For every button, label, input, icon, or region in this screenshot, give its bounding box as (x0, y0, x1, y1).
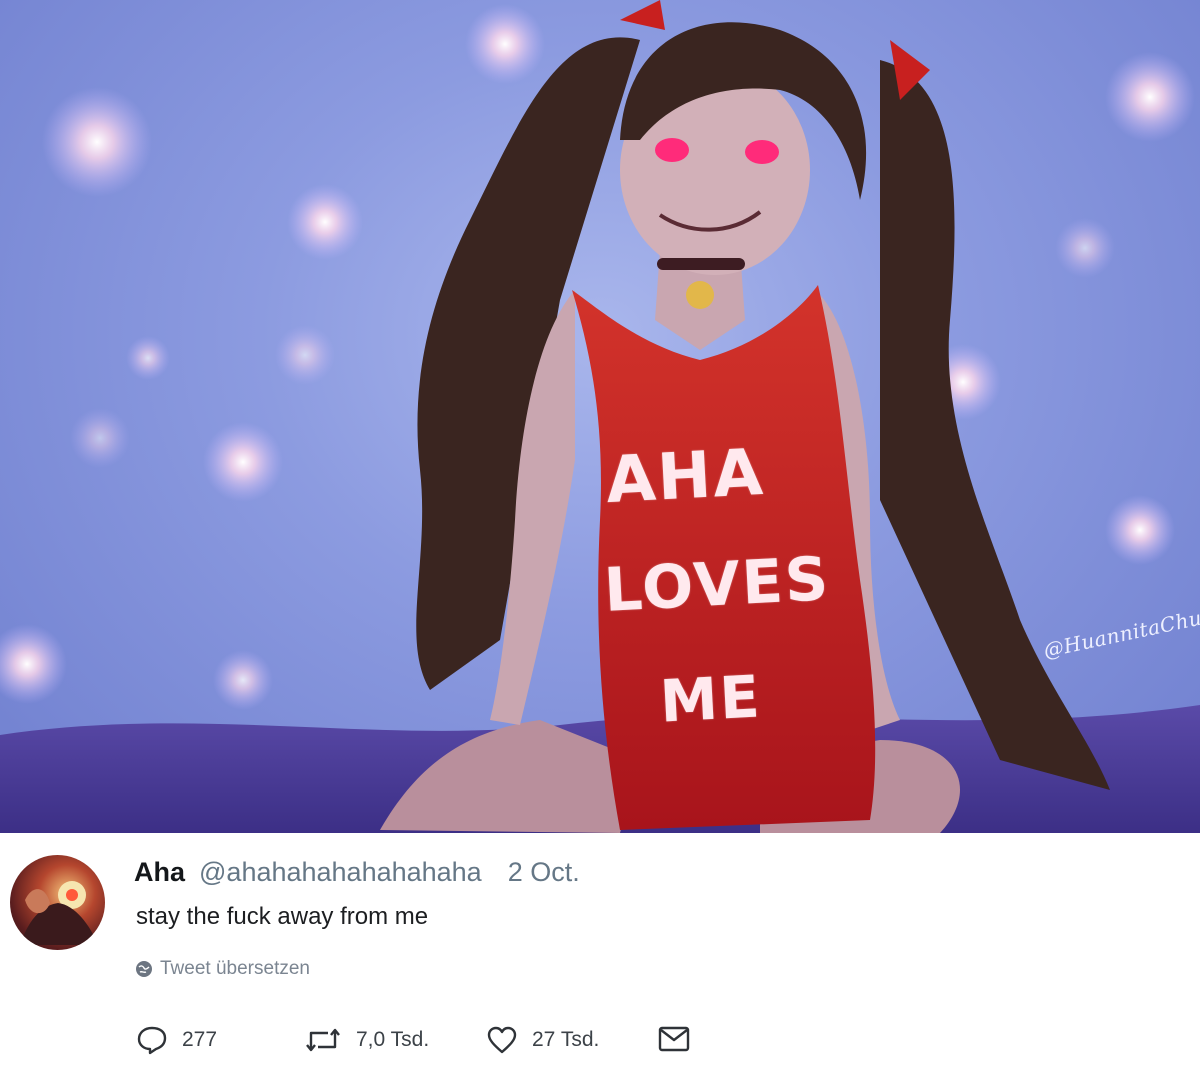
translate-link[interactable]: Tweet übersetzen (136, 958, 310, 980)
tweet-image[interactable]: AHA LOVES ME @HuannitaChu (0, 0, 1200, 833)
choker (657, 258, 745, 270)
tweet-text: stay the fuck away from me (136, 903, 429, 930)
avatar[interactable] (10, 855, 105, 950)
bow-left (620, 0, 665, 30)
illustration (0, 0, 1200, 833)
translate-label: Tweet übersetzen (160, 958, 310, 979)
shirt-text-line-1: AHA (604, 435, 767, 519)
globe-icon (136, 961, 152, 977)
reply-icon (137, 1026, 167, 1055)
bell (686, 281, 714, 309)
hair-right (880, 60, 1110, 790)
reply-button[interactable]: 277 (136, 1025, 217, 1055)
tweet-header: Aha @ahahahahahahahaha 2 Oct. (134, 857, 580, 888)
like-button[interactable]: 27 Tsd. (486, 1025, 599, 1055)
reply-count: 277 (182, 1028, 218, 1051)
eye-left (655, 138, 689, 162)
like-icon (487, 1026, 517, 1054)
eye-right (745, 140, 779, 164)
tweet-actions: 277 7,0 Tsd. 27 Tsd. (136, 1025, 836, 1055)
user-handle[interactable]: @ahahahahahahahaha (199, 857, 482, 887)
shirt-text-line-2: LOVES (602, 544, 832, 626)
tweet-date[interactable]: 2 Oct. (508, 857, 580, 887)
retweet-icon (306, 1028, 340, 1052)
retweet-count: 7,0 Tsd. (356, 1028, 430, 1051)
tweet: Aha @ahahahahahahahaha 2 Oct. stay the fuc… (0, 833, 1200, 1068)
direct-message-button[interactable] (658, 1025, 690, 1053)
avatar-art (20, 881, 98, 945)
retweet-button[interactable]: 7,0 Tsd. (304, 1025, 429, 1055)
shirt-text-line-3: ME (658, 662, 764, 736)
like-count: 27 Tsd. (532, 1028, 600, 1051)
display-name[interactable]: Aha (134, 857, 185, 887)
message-icon (658, 1026, 690, 1052)
